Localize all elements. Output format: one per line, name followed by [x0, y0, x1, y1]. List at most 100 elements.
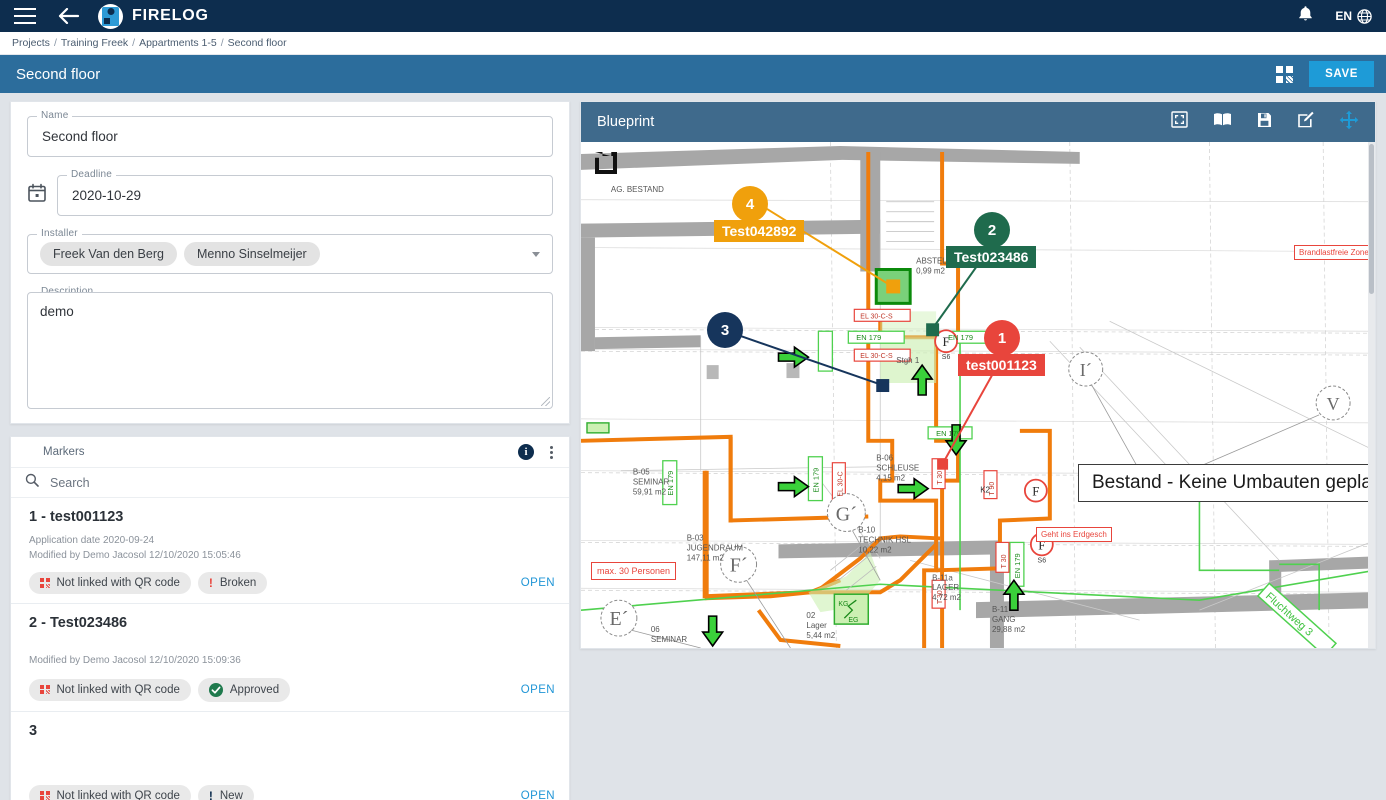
svg-text:4,72 m2: 4,72 m2: [932, 593, 961, 602]
search-input[interactable]: [48, 474, 555, 491]
firelog-logo-icon[interactable]: [98, 3, 123, 29]
svg-text:SEMINAR: SEMINAR: [651, 635, 688, 644]
list-item[interactable]: 1 - test001123 Application date 2020-09-…: [11, 498, 569, 604]
resize-handle[interactable]: [541, 397, 550, 406]
calendar-icon[interactable]: [27, 183, 47, 208]
qr-status-badge[interactable]: Not linked with QR code: [29, 572, 191, 594]
markers-panel-title: Markers: [43, 446, 85, 458]
list-item[interactable]: 2 - Test023486 Modified by Demo Jacosol …: [11, 604, 569, 712]
svg-text:EL 30-C: EL 30-C: [837, 471, 844, 496]
svg-text:KG: KG: [838, 601, 848, 608]
svg-text:B-11: B-11: [992, 605, 1009, 614]
marker-modified: Modified by Demo Jacosol 12/10/2020 15:0…: [29, 549, 241, 561]
search-icon: [25, 473, 39, 492]
map-marker-2[interactable]: 2 Test023486: [946, 212, 1037, 268]
check-circle-icon: [208, 682, 223, 697]
svg-text:02: 02: [806, 611, 815, 620]
save-button[interactable]: SAVE: [1309, 61, 1374, 87]
status-label: New: [219, 789, 243, 800]
blueprint-card: Blueprint E´ F´ G´ I´ V F F F S6 S6 EN 1…: [580, 101, 1376, 649]
status-label: Approved: [229, 683, 280, 696]
svg-text:B-03: B-03: [687, 533, 704, 542]
marker-number[interactable]: 4: [732, 186, 768, 222]
svg-text:LAGER: LAGER: [932, 583, 959, 592]
fullscreen-icon[interactable]: [1171, 111, 1188, 133]
chevron-down-icon[interactable]: [532, 251, 540, 257]
svg-text:V: V: [1327, 394, 1340, 414]
move-arrows-icon[interactable]: [1339, 110, 1359, 135]
installer-chip[interactable]: Freek Van den Berg: [40, 242, 177, 266]
open-link[interactable]: OPEN: [521, 790, 555, 800]
qr-code-icon: [40, 684, 50, 695]
deadline-field-group: Deadline: [57, 169, 553, 216]
name-input[interactable]: [40, 128, 540, 145]
list-item[interactable]: 3 Not linked with QR code ! New OPEN: [11, 712, 569, 800]
open-link[interactable]: OPEN: [521, 684, 555, 696]
marker-label[interactable]: Test023486: [946, 246, 1037, 268]
language-selector[interactable]: EN: [1335, 8, 1372, 24]
marker-number[interactable]: 1: [984, 320, 1020, 356]
map-marker-4[interactable]: 4 Test042892: [714, 186, 805, 242]
qr-status-label: Not linked with QR code: [56, 577, 180, 589]
installer-chip[interactable]: Menno Sinselmeijer: [183, 242, 320, 266]
marker-label[interactable]: test001123: [958, 354, 1045, 376]
installer-field-label: Installer: [37, 228, 82, 239]
right-panel: Blueprint E´ F´ G´ I´ V F F F S6 S6 EN 1…: [580, 93, 1386, 800]
qr-status-badge[interactable]: Not linked with QR code: [29, 678, 191, 701]
hamburger-menu-icon[interactable]: [14, 8, 36, 24]
legend-book-icon[interactable]: [1213, 112, 1232, 132]
title-bar-actions: SAVE: [1276, 61, 1374, 87]
breadcrumb: Projects / Training Freek / Appartments …: [0, 32, 1386, 55]
marker-title: 1 - test001123: [29, 509, 124, 525]
exclamation-icon: !: [208, 788, 213, 800]
svg-text:E´: E´: [609, 608, 628, 630]
edit-pencil-icon[interactable]: [1297, 111, 1314, 133]
marker-badges: Not linked with QR code ! Broken OPEN: [29, 572, 555, 594]
marker-badges: Not linked with QR code Approved OPEN: [29, 677, 555, 702]
info-icon[interactable]: i: [518, 444, 534, 460]
svg-text:10,22 m2: 10,22 m2: [858, 545, 892, 554]
bell-icon[interactable]: [1298, 5, 1313, 27]
status-badge[interactable]: ! New: [197, 784, 254, 800]
open-link[interactable]: OPEN: [521, 577, 555, 589]
status-badge[interactable]: Approved: [197, 677, 291, 702]
svg-text:F´: F´: [730, 554, 748, 576]
svg-text:JUGENDRAUM: JUGENDRAUM: [687, 543, 743, 552]
svg-text:S6: S6: [1038, 557, 1047, 564]
blueprint-vertical-scrollbar[interactable]: [1368, 142, 1375, 648]
map-marker-3[interactable]: 3: [707, 312, 743, 348]
breadcrumb-item-training-freek[interactable]: Training Freek: [57, 37, 132, 49]
svg-text:G´: G´: [836, 504, 857, 526]
svg-text:EL 30-C-S: EL 30-C-S: [860, 353, 893, 360]
breadcrumb-item-projects[interactable]: Projects: [8, 37, 54, 49]
svg-text:SCHLEUSE: SCHLEUSE: [876, 464, 919, 473]
description-textarea[interactable]: demo: [40, 304, 74, 319]
marker-title: 2 - Test023486: [29, 615, 128, 631]
marker-title: 3: [29, 722, 38, 739]
marker-modified: Modified by Demo Jacosol 12/10/2020 15:0…: [29, 655, 241, 666]
markers-panel: Markers i 1 - test001123: [10, 436, 570, 800]
svg-text:T 30: T 30: [1001, 554, 1008, 568]
blueprint-title: Blueprint: [597, 114, 655, 130]
marker-badges: Not linked with QR code ! New OPEN: [29, 784, 555, 800]
status-badge[interactable]: ! Broken: [197, 572, 268, 594]
marker-number[interactable]: 3: [707, 312, 743, 348]
svg-text:EN 179: EN 179: [1013, 553, 1022, 578]
map-marker-1[interactable]: 1 test001123: [958, 320, 1045, 376]
marker-number[interactable]: 2: [974, 212, 1010, 248]
qr-code-icon[interactable]: [1276, 65, 1294, 83]
breadcrumb-item-appartments[interactable]: Appartments 1-5: [135, 37, 221, 49]
qr-status-label: Not linked with QR code: [56, 789, 180, 800]
kebab-menu-icon[interactable]: [548, 444, 555, 461]
marker-label[interactable]: Test042892: [714, 220, 805, 242]
qr-status-badge[interactable]: Not linked with QR code: [29, 784, 191, 800]
deadline-input[interactable]: [70, 187, 540, 204]
exclamation-icon: !: [208, 576, 213, 590]
svg-text:EN 179: EN 179: [811, 468, 820, 493]
blueprint-header: Blueprint: [581, 102, 1375, 142]
page-title: Second floor: [16, 65, 101, 83]
save-floppy-icon[interactable]: [1257, 112, 1272, 133]
floor-details-form: Name Deadline: [10, 101, 570, 424]
back-arrow-icon[interactable]: [58, 7, 80, 25]
blueprint-canvas[interactable]: E´ F´ G´ I´ V F F F S6 S6 EN 179 EN 179 …: [581, 142, 1375, 648]
